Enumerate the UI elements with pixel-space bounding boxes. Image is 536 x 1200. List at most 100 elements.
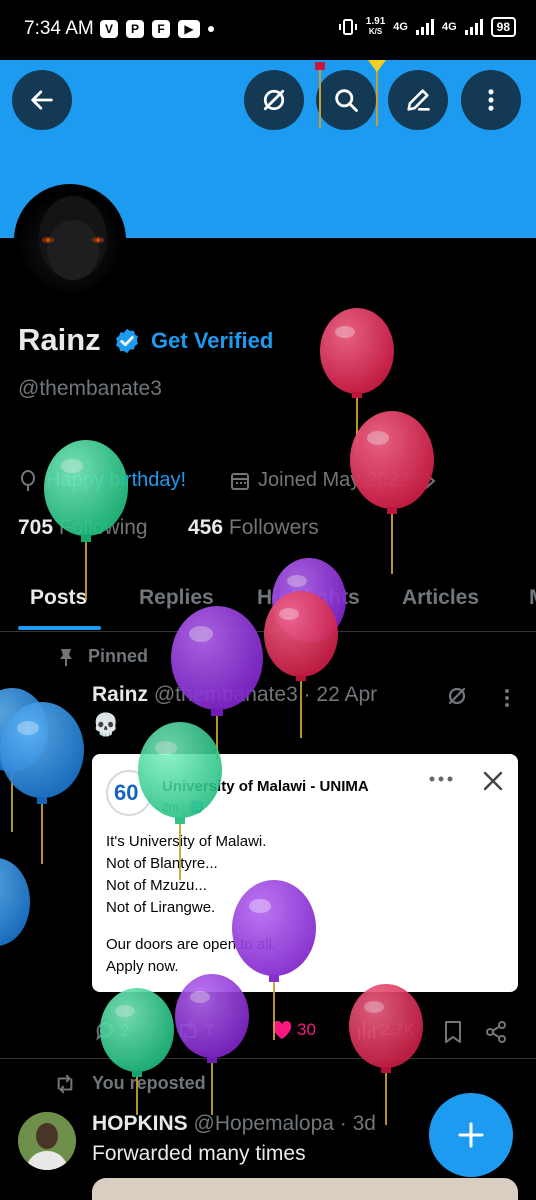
repost-button[interactable]: 7 [176,1020,213,1042]
repost-small-icon [57,1074,73,1093]
views-count: 2.7K [380,1020,415,1039]
status-time: 7:34 AM [24,18,94,39]
vibrate-icon [338,19,357,35]
balloon-blue-3 [0,858,30,946]
views-button[interactable]: 2.7K [356,1020,415,1040]
balloon-red-1 [320,308,394,452]
post2-media[interactable] [92,1178,518,1200]
tabs-divider [0,631,536,632]
active-tab-indicator [18,626,101,630]
pencil-icon [407,89,430,111]
post-more-icon[interactable] [497,686,517,710]
birthday-row: Happy birthday! [18,469,186,492]
network-type-1: 4G [393,21,408,33]
card-line: It's University of Malawi. [106,833,267,850]
signal-1-icon [415,19,434,35]
reposted-indicator: You reposted [54,1073,206,1094]
speed-unit: K/S [368,27,383,36]
followers-count: 456 [188,516,224,539]
post-author-line[interactable]: Rainz @thembanate3 · 22 Apr [92,683,377,707]
following-label: Following [58,516,148,539]
reply-icon [96,1022,114,1041]
views-icon [358,1022,375,1039]
card-line: Not of Lirangwe. [106,899,216,916]
pinned-indicator: Pinned [58,646,148,667]
reply-button[interactable]: 2 [94,1020,129,1042]
verified-badge-icon [116,328,138,354]
status-bar: 7:34 AM V P F ▶ 1.91 K/S 4G 4G 98 [0,0,536,60]
repost-count: 7 [204,1021,214,1040]
youtube-icon: ▶ [178,20,200,38]
post2-text: Forwarded many times [92,1142,306,1165]
network-speed: 1.91 K/S [366,17,385,37]
avatar-image [18,1112,76,1170]
followers-link[interactable]: 456 Followers [188,516,319,540]
following-link[interactable]: 705 Following [18,516,148,540]
post-handle-time: @thembanate3 · 22 Apr [153,683,378,706]
grok-button[interactable] [244,70,304,130]
avatar-image [39,196,107,280]
heart-icon [272,1020,292,1040]
app-icon-p: P [126,20,144,38]
tab-highlights[interactable]: Highlights [257,586,360,610]
post-media-card[interactable]: 60 University of Malawi - UNIMA 2m · 🌐 I… [92,754,518,992]
chevron-right-icon[interactable] [422,471,438,491]
unima-logo: 60 [106,770,152,816]
balloon-blue-2 [0,702,84,864]
profile-name: Rainz [18,322,101,357]
grok-post-icon[interactable] [445,684,469,708]
vertical-dots-icon [488,89,494,111]
compose-button[interactable] [429,1093,513,1177]
card-title: University of Malawi - UNIMA [162,778,369,795]
balloon-red-2 [350,411,434,574]
pinned-label: Pinned [88,646,149,666]
more-button[interactable] [461,70,521,130]
balloon-green-3 [100,988,174,1115]
post2-author-line[interactable]: HOPKINS @Hopemalopa · 3d [92,1112,376,1136]
share-icon[interactable] [484,1020,508,1044]
card-more-icon [429,776,453,782]
signal-2-icon [464,19,483,35]
bookmark-icon[interactable] [443,1020,463,1044]
post-text: 💀 [92,712,120,737]
battery-indicator: 98 [490,17,516,37]
like-button[interactable]: 30 [271,1020,316,1040]
post-author-name: Rainz [92,683,149,706]
search-icon [335,89,358,112]
status-app-icons: V P F ▶ [100,20,214,38]
profile-avatar[interactable] [14,184,126,296]
tab-articles[interactable]: Articles [402,586,479,610]
reply-count: 2 [120,1021,130,1040]
card-line: Our doors are open to all. [106,936,277,953]
tab-posts[interactable]: Posts [30,586,87,610]
like-count: 30 [297,1020,316,1039]
birthday-text[interactable]: Happy birthday! [46,469,186,492]
post-divider [0,1058,536,1059]
plus-icon [458,1122,484,1148]
hopkins-avatar[interactable] [18,1112,76,1170]
joined-row: Joined May 2022 [230,469,438,492]
repost-icon [180,1021,196,1041]
card-line: Not of Blantyre... [106,855,218,872]
app-icon-f: F [152,20,170,38]
followers-label: Followers [228,516,319,539]
get-verified-link[interactable]: Get Verified [151,328,273,354]
balloon-red-3 [264,591,338,738]
post2-handle-time: @Hopemalopa · 3d [193,1112,376,1135]
back-button[interactable] [12,70,72,130]
card-line: Apply now. [106,958,179,975]
logo-text: 60 [114,780,139,805]
tab-media[interactable]: M [529,586,536,610]
tab-replies[interactable]: Replies [139,586,214,610]
edit-button[interactable] [388,70,448,130]
card-close-icon [483,771,503,791]
pin-icon [60,648,72,666]
arrow-left-icon [31,90,53,110]
search-button[interactable] [316,70,376,130]
card-time: 2m · 🌐 [162,800,205,814]
balloon-blue-1 [0,688,48,832]
slashed-circle-icon [263,89,285,111]
following-count: 705 [18,516,54,539]
card-line: Not of Mzuzu... [106,877,207,894]
profile-handle: @thembanate3 [18,377,162,400]
